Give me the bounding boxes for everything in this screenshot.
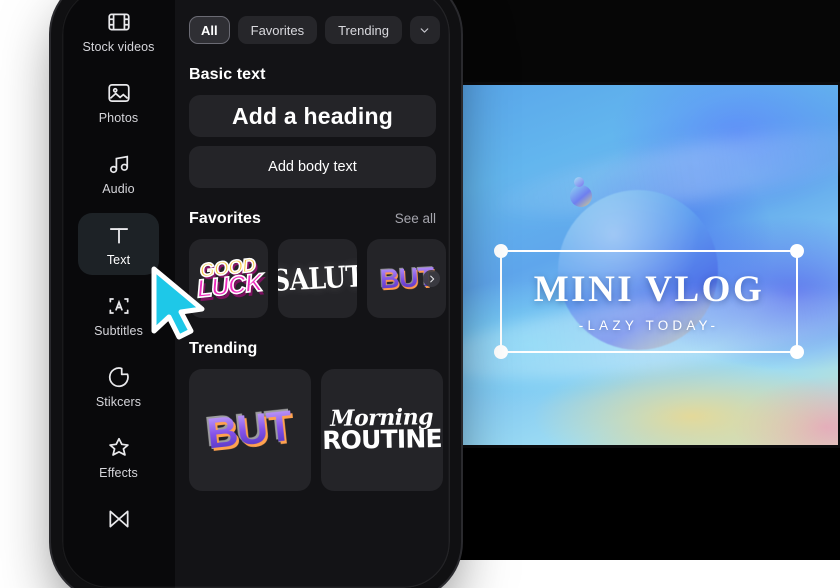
sidebar-item-effects[interactable]: Effects	[78, 426, 159, 488]
screen-root: MINI VLOG -LAZY TODAY- Stock videos Phot…	[0, 0, 840, 588]
phone-screen: Stock videos Photos Audio Text Subtitles Stik…	[62, 0, 450, 588]
sidebar-item-label: Audio	[102, 182, 135, 196]
text-selection-box[interactable]: MINI VLOG -LAZY TODAY-	[494, 244, 804, 359]
film-strip-icon	[106, 9, 132, 35]
filter-chips: All Favorites Trending	[189, 0, 440, 44]
sticker-icon	[106, 364, 132, 390]
sidebar-item-text[interactable]: Text	[78, 213, 159, 275]
chevron-right-icon[interactable]	[423, 270, 440, 287]
resize-handle-top-right[interactable]	[790, 244, 804, 258]
favorites-header: Favorites See all	[189, 210, 436, 228]
sidebar-item-label: Photos	[98, 111, 139, 125]
chevron-down-icon[interactable]	[409, 16, 440, 44]
phone-mockup: Stock videos Photos Audio Text Subtitles Stik…	[62, 0, 450, 588]
sidebar-item-audio[interactable]: Audio	[78, 142, 159, 204]
sidebar-item-stikcers[interactable]: Stikcers	[78, 355, 159, 417]
resize-handle-bottom-right[interactable]	[790, 345, 804, 359]
trending-thumb-but[interactable]: BUT	[189, 369, 311, 491]
sidebar-item-transitions[interactable]	[78, 497, 159, 545]
trending-thumb-morning-routine[interactable]: Morning ROUTINE	[321, 369, 443, 491]
background-orb-medium-decor	[570, 185, 592, 207]
sidebar-item-label: Effects	[99, 466, 138, 480]
editor-window: MINI VLOG -LAZY TODAY-	[450, 0, 840, 560]
text-panel: All Favorites Trending Basic text Add a he…	[175, 0, 450, 588]
sidebar-item-label: Stock videos	[82, 40, 155, 54]
wordart-but-large: BUT	[204, 401, 295, 458]
sidebar-item-stock-videos[interactable]: Stock videos	[78, 0, 159, 62]
video-preview[interactable]: MINI VLOG -LAZY TODAY-	[450, 82, 840, 448]
sparkle-star-icon	[106, 435, 132, 461]
filter-chip-all[interactable]: All	[189, 16, 230, 44]
wordart-line2: ROUTINE	[322, 424, 443, 456]
section-title-basic-text: Basic text	[189, 66, 266, 83]
filter-chip-trending[interactable]: Trending	[325, 16, 402, 44]
transitions-bowtie-icon	[106, 506, 132, 532]
resize-handle-bottom-left[interactable]	[494, 345, 508, 359]
sidebar-item-photos[interactable]: Photos	[78, 71, 159, 133]
sidebar-item-label: Stikcers	[95, 395, 142, 409]
add-heading-button[interactable]: Add a heading	[189, 95, 436, 137]
section-title-trending: Trending	[189, 340, 258, 357]
preview-subtitle: -LAZY TODAY-	[578, 318, 720, 333]
see-all-link[interactable]: See all	[395, 211, 436, 226]
filter-chip-favorites[interactable]: Favorites	[237, 16, 318, 44]
subtitles-a-icon	[106, 293, 132, 319]
sidebar-item-label: Text	[106, 253, 131, 267]
editor-topbar	[450, 0, 840, 82]
wordart-morning-routine: Morning ROUTINE	[322, 404, 443, 456]
favorite-thumb-salut[interactable]: SALUT	[278, 239, 357, 318]
mouse-pointer	[148, 265, 210, 341]
preview-title: MINI VLOG	[533, 269, 765, 310]
background-orb-small-decor	[574, 177, 584, 187]
image-icon	[106, 80, 132, 106]
music-note-icon	[106, 151, 132, 177]
sidebar-item-label: Subtitles	[94, 324, 143, 338]
resize-handle-top-left[interactable]	[494, 244, 508, 258]
section-title-favorites: Favorites	[189, 210, 262, 227]
sidebar-item-subtitles[interactable]: Subtitles	[78, 284, 159, 346]
trending-thumb-row: BUT Morning ROUTINE	[189, 369, 443, 491]
preview-canvas[interactable]: MINI VLOG -LAZY TODAY-	[450, 85, 840, 445]
favorites-thumb-row: GOOD LUCK SALUT BUT	[189, 239, 446, 318]
add-body-text-button[interactable]: Add body text	[189, 146, 436, 188]
text-t-icon	[106, 222, 132, 248]
wordart-salut: SALUT	[278, 259, 357, 298]
